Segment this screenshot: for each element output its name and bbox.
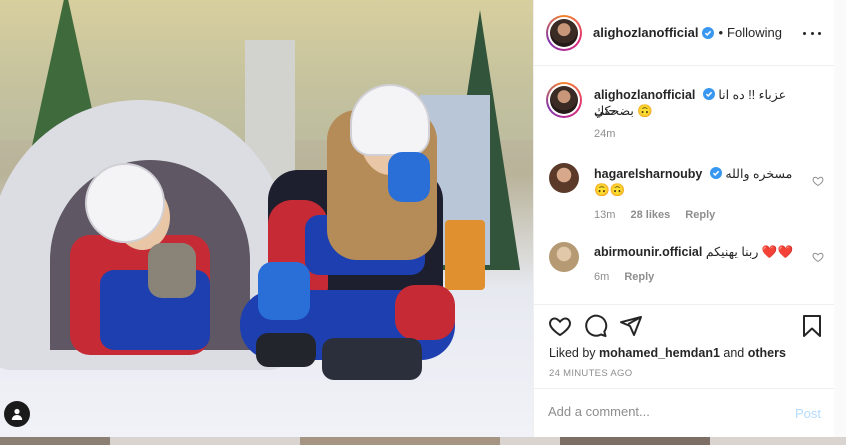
post-header: alighozlanofficial • Following [534, 0, 835, 66]
verified-badge-icon [709, 167, 722, 179]
photo-glove [148, 243, 196, 298]
liked-by-prefix: Liked by [549, 346, 596, 360]
comment-likes[interactable]: 28 likes [630, 209, 670, 221]
post-timestamp[interactable]: 24 MINUTES AGO [549, 368, 632, 379]
liked-by-text: Liked by mohamed_hemdan1 and others [549, 346, 786, 360]
caption-username[interactable]: alighozlanofficial [594, 88, 695, 102]
caption-avatar[interactable] [546, 82, 582, 118]
comment-username[interactable]: hagarelsharnouby [594, 167, 702, 181]
comment-username[interactable]: abirmounir.official [594, 245, 702, 259]
photo-glove [388, 152, 430, 202]
comment-age: 13m [594, 209, 616, 221]
photo-prop [445, 220, 485, 290]
liked-by-user[interactable]: mohamed_hemdan1 [599, 346, 720, 360]
share-icon[interactable] [619, 314, 643, 338]
header-separator: • [718, 25, 724, 40]
comment-avatar[interactable] [549, 242, 579, 272]
verified-badge-icon [702, 88, 715, 100]
post-comment-button[interactable]: Post [795, 406, 821, 421]
comment-text-line2: 🙃🙃 [594, 183, 626, 197]
photo-person-woman-knee [395, 285, 455, 340]
comment-heart-icon[interactable] [812, 251, 824, 263]
liked-by-others[interactable]: others [748, 346, 786, 360]
post-side-panel: alighozlanofficial • Following alighozla… [533, 0, 835, 437]
next-row-thumbnails [0, 437, 846, 445]
comment-row: hagarelsharnouby مسخره والله 🙃 🙃🙃 13m 28… [546, 163, 826, 225]
caption-text-line2: بضحكك 🙃 [594, 104, 653, 118]
post-actions: Liked by mohamed_hemdan1 and others 24 M… [534, 304, 835, 437]
bookmark-icon[interactable] [800, 314, 824, 338]
page-gutter [834, 0, 846, 437]
comment-reply-button[interactable]: Reply [624, 271, 654, 283]
comment-input[interactable] [548, 404, 778, 419]
caption-age: 24m [594, 128, 616, 140]
photo-boot [256, 333, 316, 367]
photo-helmet [85, 163, 165, 243]
instagram-post-modal: alighozlanofficial • Following alighozla… [0, 0, 846, 445]
post-photo[interactable] [0, 0, 533, 437]
comments-list: alighozlanofficial عزباء !! ده انا حتي ب… [534, 66, 835, 304]
author-avatar[interactable] [546, 14, 582, 51]
tagged-user-icon[interactable] [4, 401, 30, 427]
comment-row: abirmounir.official ربنا يهنيكم ❤️❤️ 6m … [546, 242, 826, 290]
liked-by-and: and [723, 346, 745, 360]
comment-heart-icon[interactable] [812, 175, 824, 187]
heart-icon[interactable] [548, 314, 572, 338]
following-button[interactable]: Following [727, 25, 782, 40]
comment-reply-button[interactable]: Reply [685, 209, 715, 221]
comment-age: 6m [594, 271, 610, 283]
verified-badge-icon [702, 26, 715, 39]
photo-glove [258, 262, 310, 320]
author-username[interactable]: alighozlanofficial [593, 25, 698, 40]
comment-avatar[interactable] [549, 163, 579, 193]
photo-helmet [350, 84, 430, 156]
add-comment-bar: Post [534, 388, 835, 438]
more-options-icon[interactable] [803, 24, 821, 42]
comment-text-line1: ربنا يهنيكم ❤️❤️ [705, 245, 794, 259]
photo-boot [322, 338, 422, 380]
caption-row: alighozlanofficial عزباء !! ده انا حتي ب… [546, 82, 826, 142]
comment-icon[interactable] [584, 314, 608, 338]
